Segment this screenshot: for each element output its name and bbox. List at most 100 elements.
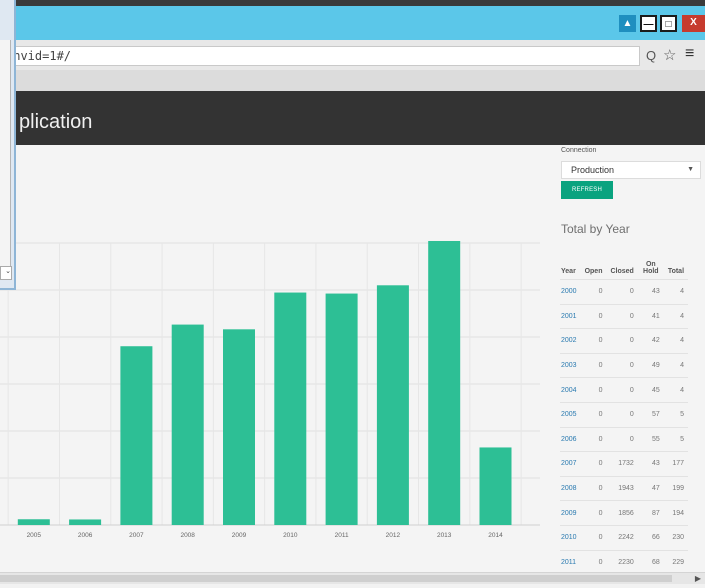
year-link[interactable]: 2008 [560, 475, 581, 501]
bookmarks-bar [0, 70, 705, 91]
table-cell: 4 [663, 328, 689, 354]
bar-2012[interactable] [376, 285, 409, 525]
table-cell: 55 [637, 426, 664, 452]
x-tick-label: 2006 [78, 532, 93, 539]
table-row: 2011 0 2230 68 229 [560, 549, 689, 575]
year-link[interactable]: 2006 [560, 426, 581, 452]
connection-label: Connection [561, 147, 597, 154]
chevron-down-icon[interactable]: ⌄ [0, 266, 12, 280]
table-row: 2010 0 2242 66 230 [560, 524, 689, 551]
overlay-content [0, 40, 11, 280]
table-cell: 66 [637, 524, 664, 551]
menu-icon[interactable]: ≡ [685, 45, 694, 63]
column-header-year: Year [561, 268, 576, 275]
year-link[interactable]: 2010 [560, 524, 581, 551]
table-cell: 57 [637, 401, 664, 428]
zoom-icon[interactable]: Q [646, 48, 656, 63]
table-cell: 0 [606, 352, 638, 378]
url-field[interactable]: envid=1#/ [0, 46, 640, 66]
table-cell: 41 [637, 303, 664, 329]
table-row: 2002 0 0 42 4 [560, 328, 689, 354]
year-link[interactable]: 2004 [560, 377, 581, 403]
x-tick-label: 2011 [335, 532, 349, 539]
table-cell: 0 [606, 303, 638, 329]
scroll-right-icon[interactable]: ▶ [695, 574, 701, 583]
minimize-button[interactable]: — [640, 15, 657, 32]
overlay-window-edge: ⌄ [0, 0, 16, 290]
star-icon[interactable]: ☆ [663, 46, 676, 64]
table-cell: 2230 [606, 549, 638, 575]
refresh-button[interactable]: REFRESH [561, 181, 613, 199]
table-cell: 0 [580, 377, 607, 403]
table-cell: 0 [606, 377, 638, 403]
table-row: 2005 0 0 57 5 [560, 401, 689, 428]
table-cell: 0 [580, 500, 607, 526]
table-cell: 1732 [606, 451, 638, 477]
table-cell: 0 [580, 352, 607, 378]
column-header-closed: Closed [610, 268, 634, 275]
table-header-row: Year Open Closed On Hold Total [560, 245, 688, 280]
column-header-on-hold: On Hold [643, 261, 659, 275]
x-tick-label: 2005 [27, 532, 42, 539]
scrollbar-thumb[interactable] [0, 575, 672, 582]
connection-select[interactable]: Production ▼ [561, 161, 701, 179]
user-icon[interactable]: ▲ [619, 15, 636, 32]
table-cell: 4 [663, 279, 689, 305]
table-title: Total by Year [561, 222, 630, 236]
close-button[interactable]: X [682, 15, 705, 32]
year-link[interactable]: 2003 [560, 352, 581, 378]
table-row: 2000 0 0 43 4 [560, 279, 689, 305]
table-row: 2008 0 1943 47 199 [560, 475, 689, 501]
table-cell: 47 [637, 475, 664, 501]
table-row: 2007 0 1732 43 177 [560, 451, 689, 477]
table-cell: 0 [580, 475, 607, 501]
bar-2014[interactable] [479, 447, 512, 525]
chevron-down-icon: ▼ [687, 166, 694, 173]
table-cell: 49 [637, 352, 664, 378]
connection-value: Production [571, 165, 615, 175]
table-cell: 0 [580, 328, 607, 354]
bar-2010[interactable] [274, 292, 307, 525]
table-cell: 5 [663, 401, 689, 428]
bar-2009[interactable] [223, 329, 255, 525]
table-row: 2009 0 1856 87 194 [560, 500, 689, 526]
year-link[interactable]: 2000 [560, 279, 581, 305]
table-row: 2001 0 0 41 4 [560, 303, 689, 329]
bar-2005[interactable] [17, 519, 50, 525]
table-cell: 87 [637, 500, 664, 526]
table-cell: 177 [663, 451, 689, 477]
table-cell: 43 [637, 279, 664, 305]
year-link[interactable]: 2009 [560, 500, 581, 526]
table-cell: 0 [580, 303, 607, 329]
table-cell: 68 [637, 549, 664, 575]
maximize-button[interactable]: □ [660, 15, 677, 32]
table-cell: 0 [580, 549, 607, 575]
table-cell: 0 [580, 279, 607, 305]
window-titlebar: ▲ — □ X [0, 6, 705, 40]
app-header: plication [0, 91, 705, 145]
table-cell: 230 [663, 524, 689, 551]
year-link[interactable]: 2011 [560, 549, 581, 575]
year-link[interactable]: 2005 [560, 401, 581, 428]
table-cell: 42 [637, 328, 664, 354]
table-cell: 43 [637, 451, 664, 477]
table-cell: 45 [637, 377, 664, 403]
bar-2007[interactable] [120, 346, 153, 525]
chart-area: 2005 2006 2007 2008 2009 2010 2011 2012 2013 2014 [0, 145, 555, 583]
year-link[interactable]: 2007 [560, 451, 581, 477]
bar-2006[interactable] [69, 519, 102, 525]
table-cell: 0 [580, 426, 607, 452]
year-link[interactable]: 2001 [560, 303, 581, 329]
app-title: plication [19, 111, 93, 133]
bar-2008[interactable] [171, 324, 204, 525]
table-cell: 199 [663, 475, 689, 501]
table-cell: 4 [663, 377, 689, 403]
year-link[interactable]: 2002 [560, 328, 581, 354]
horizontal-scrollbar[interactable]: ▶ [0, 572, 705, 584]
table-cell: 0 [606, 328, 638, 354]
table-cell: 4 [663, 303, 689, 329]
bar-2013[interactable] [428, 240, 461, 525]
right-panel: Connection Production ▼ REFRESH Total by… [555, 145, 705, 583]
x-tick-label: 2007 [129, 532, 144, 539]
bar-2011[interactable] [325, 293, 358, 525]
